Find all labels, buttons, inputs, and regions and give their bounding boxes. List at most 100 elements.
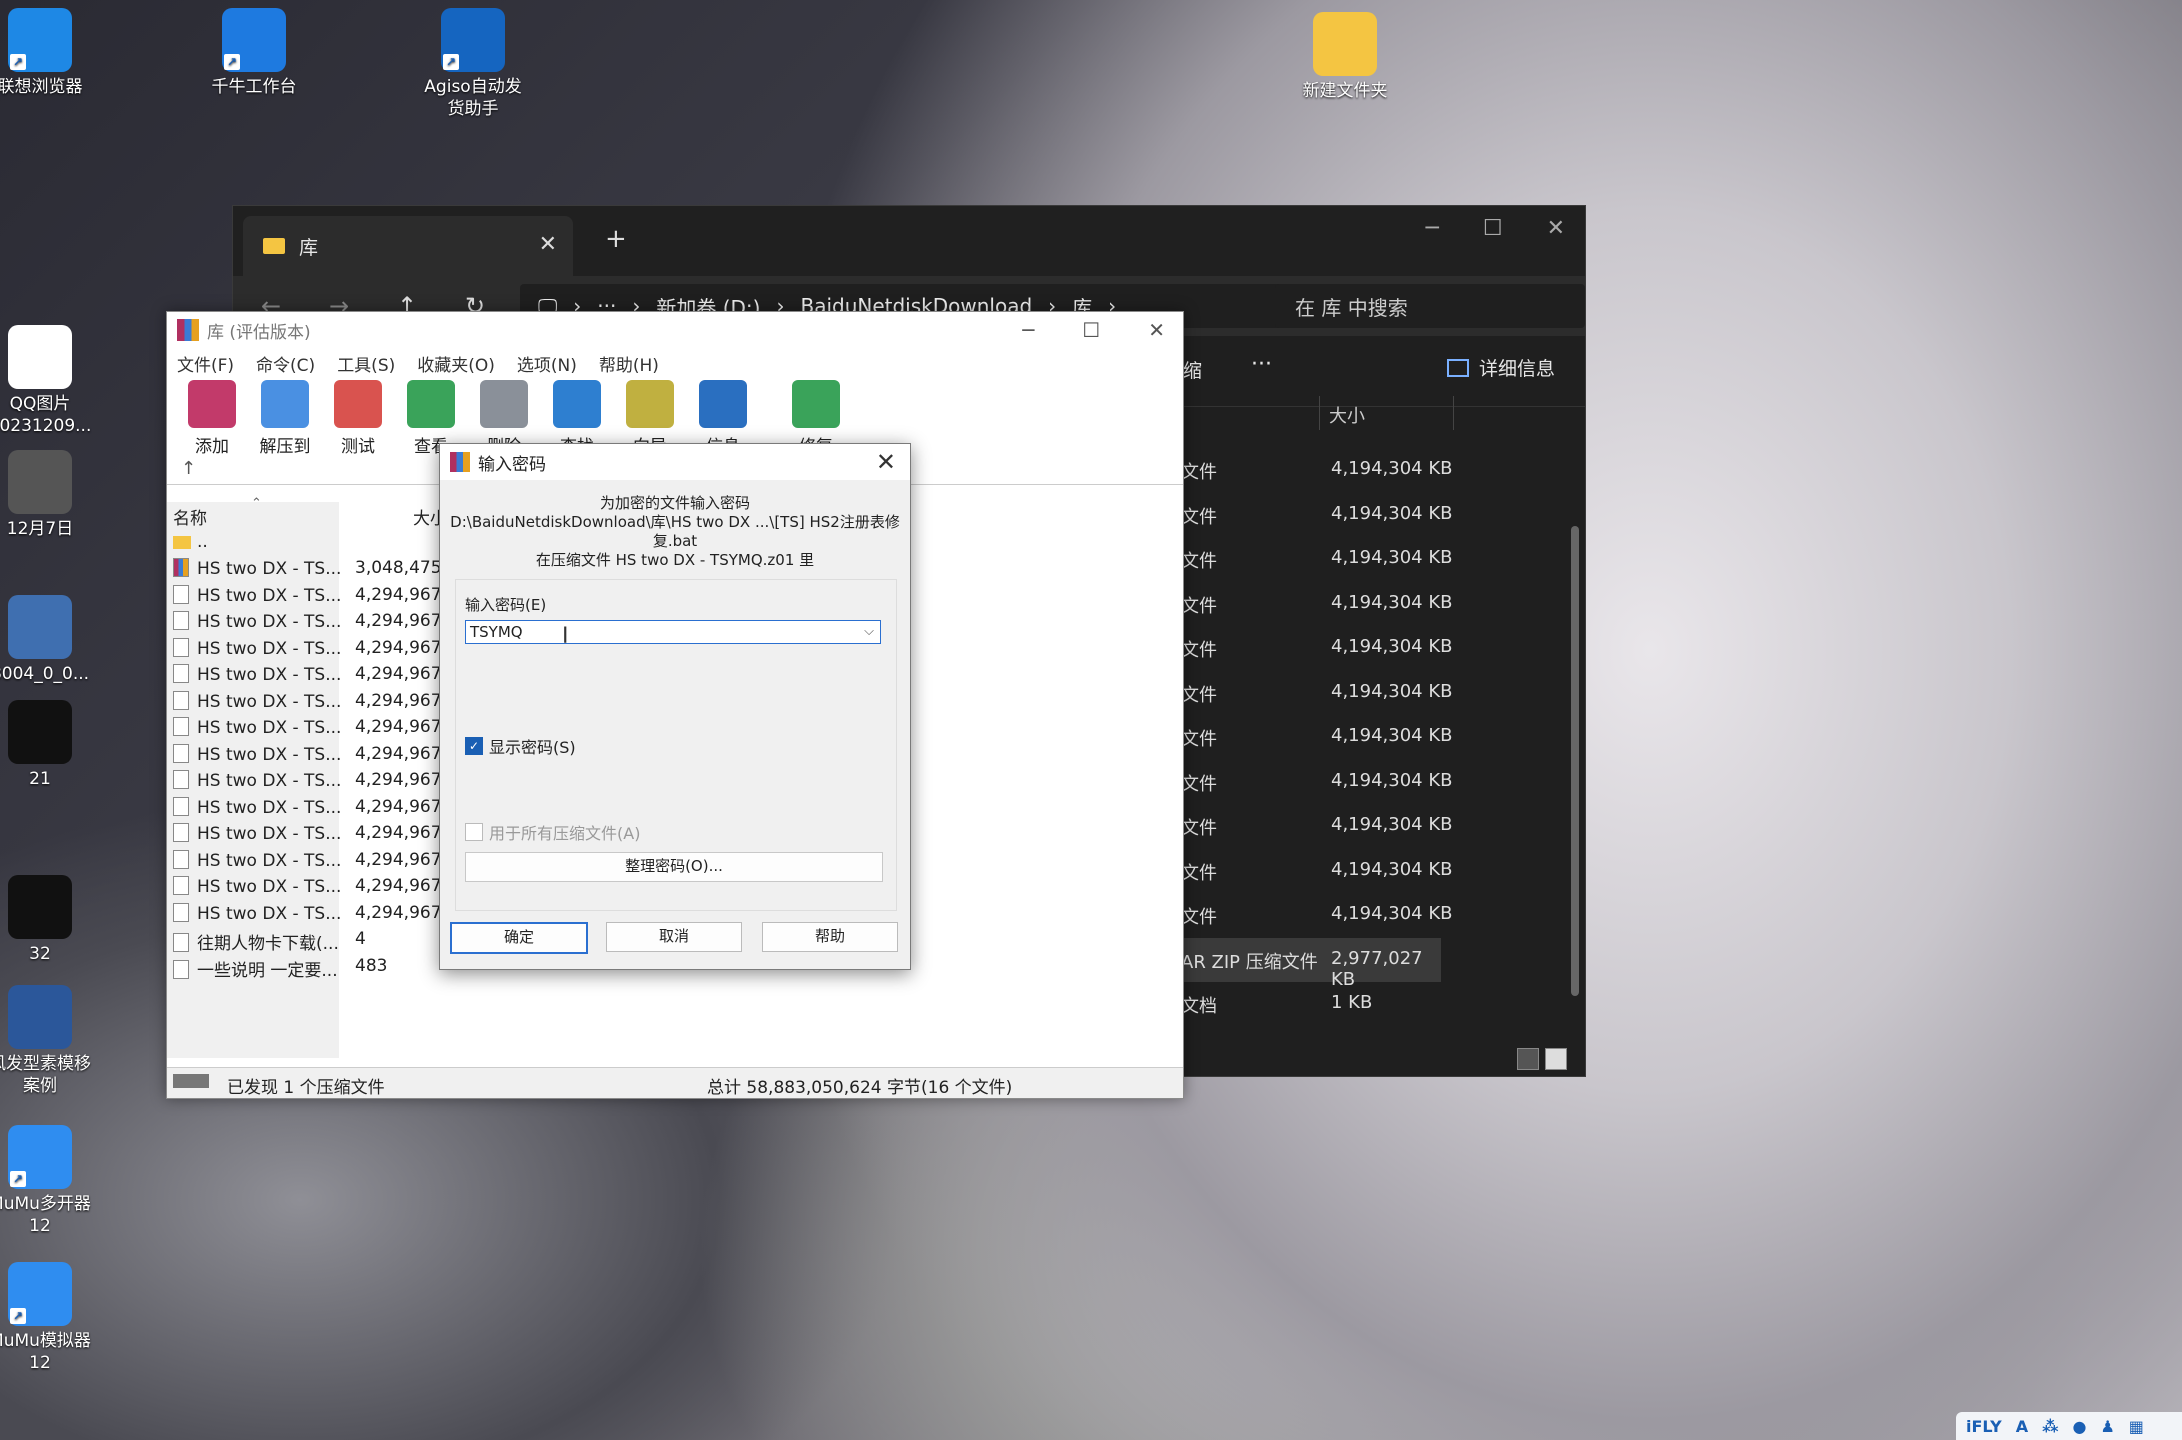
archive-file-row[interactable]: HS two DX - TS... 4,294,967,...	[173, 770, 463, 796]
file-icon	[173, 796, 189, 816]
file-icon	[173, 743, 189, 763]
system-tray: iFLY A ⁂ ● ♟ ▦	[1956, 1412, 2182, 1440]
winrar-title-bar: 库 (评估版本) ─ ☐ ✕	[167, 312, 1183, 348]
archive-file-row[interactable]: HS two DX - TS... 4,294,967,...	[173, 849, 463, 876]
microphone-icon[interactable]: ●	[2072, 1417, 2086, 1436]
archive-file-row[interactable]: HS two DX - TS... 4,294,967,...	[173, 584, 463, 611]
archive-file-row[interactable]: HS two DX - TS... 4,294,967,...	[173, 664, 463, 690]
cancel-button[interactable]: 取消	[606, 922, 742, 952]
delete-icon	[480, 380, 528, 428]
new-tab-button[interactable]: +	[605, 224, 627, 254]
file-icon	[173, 770, 189, 789]
up-folder-icon[interactable]: ↑	[181, 458, 196, 479]
archive-file-row[interactable]: HS two DX - TS... 4,294,967,...	[173, 611, 463, 637]
use-for-all-archives-checkbox[interactable]: 用于所有压缩文件(A)	[465, 820, 640, 844]
chevron-down-icon[interactable]: ⌵	[864, 621, 874, 643]
desktop-icon[interactable]: 32	[0, 875, 95, 965]
menu-item[interactable]: 工具(S)	[337, 351, 395, 376]
search-input[interactable]: 在 库 中搜索	[1275, 284, 1585, 328]
toolbar-button[interactable]: 添加	[177, 378, 247, 457]
archive-file-row[interactable]: HS two DX - TS... 4,294,967,...	[173, 690, 463, 717]
menu-item[interactable]: 选项(N)	[517, 351, 577, 376]
desktop-icon[interactable]: 风发型素模移案例	[0, 985, 95, 1097]
desktop-icon[interactable]: 12月7日	[0, 450, 95, 540]
desktop-icon[interactable]: ↗ 千牛工作台	[199, 8, 309, 98]
extract-icon	[261, 380, 309, 428]
archive-file-row[interactable]: HS two DX - TS... 4,294,967,...	[173, 823, 463, 849]
archive-file-row[interactable]: HS two DX - TS... 4,294,967,...	[173, 902, 463, 929]
close-button[interactable]: ✕	[1547, 216, 1565, 241]
dialog-title-bar: 输入密码 ✕	[440, 444, 910, 480]
desktop-icon[interactable]: ↗ MuMu多开器12	[0, 1125, 95, 1237]
file-type: 文件	[1181, 462, 1217, 483]
file-size: 4,194,304 KB	[1331, 858, 1453, 880]
file-icon	[173, 690, 189, 710]
menu-item[interactable]: 命令(C)	[256, 351, 315, 376]
archive-file-row[interactable]: HS two DX - TS... 4,294,967,...	[173, 743, 463, 770]
wizard-icon	[626, 380, 674, 428]
ime-icon[interactable]: iFLY	[1966, 1417, 2002, 1436]
input-mode-icon[interactable]: A	[2016, 1417, 2028, 1436]
more-options-button[interactable]: ···	[1251, 352, 1272, 377]
settings-dots-icon[interactable]: ⁂	[2042, 1417, 2058, 1436]
column-size[interactable]: 大小	[1329, 402, 1365, 428]
file-type: 文件	[1181, 729, 1217, 750]
column-name[interactable]: 名称	[173, 504, 207, 529]
toolbar-button[interactable]: 测试	[323, 378, 393, 457]
details-view-icon[interactable]	[1517, 1048, 1539, 1070]
maximize-button[interactable]: ☐	[1483, 216, 1503, 241]
archive-file-row[interactable]: HS two DX - TS... 4,294,967,...	[173, 637, 463, 664]
archive-file-row[interactable]: HS two DX - TS... 4,294,967,...	[173, 876, 463, 902]
desktop-icon[interactable]: 8004_0_0...	[0, 595, 95, 685]
desktop-icon[interactable]: ↗ 联想浏览器	[0, 8, 95, 98]
menu-item[interactable]: 帮助(H)	[599, 351, 659, 376]
close-button[interactable]: ✕	[1148, 318, 1165, 342]
explorer-tab[interactable]: 库 ✕	[243, 216, 573, 276]
desktop-icon[interactable]: ↗ MuMu模拟器12	[0, 1262, 95, 1374]
show-password-checkbox[interactable]: ✓ 显示密码(S)	[465, 734, 576, 758]
desktop-icon-label: 风发型素模移案例	[0, 1054, 91, 1096]
minimize-button[interactable]: ─	[1022, 318, 1034, 342]
file-icon	[173, 823, 189, 842]
archive-file-row[interactable]: 往期人物卡下载(... 4	[173, 929, 366, 955]
desktop-icon[interactable]: ↗ Agiso自动发货助手	[418, 8, 528, 120]
minimize-button[interactable]: ─	[1426, 216, 1439, 241]
archive-file-row[interactable]: HS two DX - TS... 3,048,475,...	[173, 558, 463, 584]
desktop-icon-label: Agiso自动发货助手	[424, 77, 522, 119]
image-icon	[8, 325, 72, 389]
file-icon	[173, 558, 189, 577]
drive-icon	[173, 1074, 209, 1088]
menu-item[interactable]: 文件(F)	[177, 351, 234, 376]
menu-item[interactable]: 收藏夹(O)	[417, 351, 495, 376]
folder-icon	[263, 238, 285, 254]
user-icon[interactable]: ♟	[2100, 1417, 2114, 1436]
file-icon	[8, 700, 72, 764]
archive-file-row[interactable]: HS two DX - TS... 4,294,967,...	[173, 717, 463, 743]
dialog-close-icon[interactable]: ✕	[876, 448, 896, 476]
details-pane-button[interactable]: 详细信息	[1447, 354, 1555, 381]
file-icon	[173, 584, 189, 604]
winrar-logo-icon	[450, 452, 470, 472]
file-icon	[173, 717, 189, 736]
desktop-icon[interactable]: 新建文件夹	[1290, 12, 1400, 102]
archive-file-row[interactable]: 一些说明 一定要... 483	[173, 956, 387, 982]
help-button[interactable]: 帮助	[762, 922, 898, 952]
organize-passwords-button[interactable]: 整理密码(O)...	[465, 852, 883, 882]
grid-icon[interactable]: ▦	[2129, 1417, 2144, 1436]
compress-button-partial[interactable]: 缩	[1183, 356, 1202, 383]
archive-file-row[interactable]: HS two DX - TS... 4,294,967,...	[173, 796, 463, 823]
dialog-title: 输入密码	[478, 454, 546, 475]
parent-folder-row[interactable]: ..	[173, 532, 208, 558]
scrollbar[interactable]	[1571, 526, 1579, 996]
password-input[interactable]: TSYMQ ⌵	[465, 620, 881, 644]
desktop-icon[interactable]: QQ图片20231209...	[0, 325, 95, 437]
close-tab-icon[interactable]: ✕	[539, 232, 557, 257]
tiles-view-icon[interactable]	[1545, 1048, 1567, 1070]
text-cursor-icon: Ι	[562, 624, 569, 649]
file-icon	[173, 959, 189, 979]
file-type: 文件	[1181, 773, 1217, 795]
ok-button[interactable]: 确定	[450, 922, 588, 954]
maximize-button[interactable]: ☐	[1082, 318, 1100, 342]
toolbar-button[interactable]: 解压到	[250, 378, 320, 457]
desktop-icon[interactable]: 21	[0, 700, 95, 790]
